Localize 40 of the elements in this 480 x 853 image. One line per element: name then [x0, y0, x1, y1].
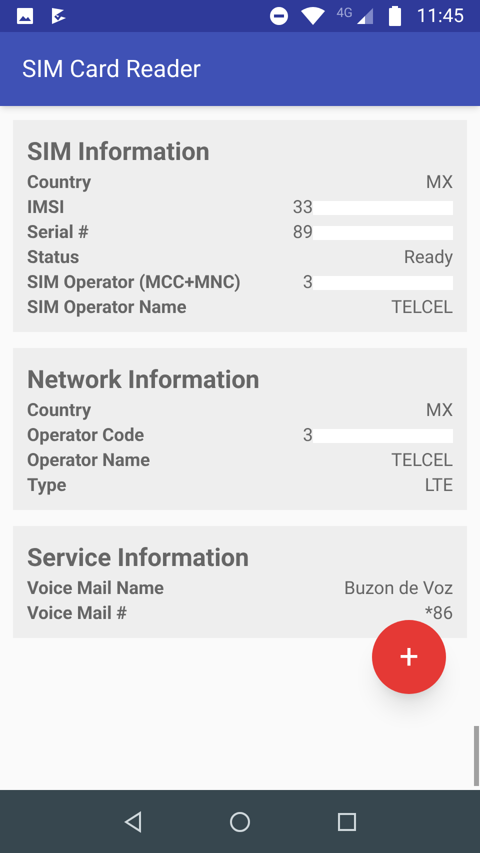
wifi-icon [300, 7, 324, 25]
field-label: Status [27, 246, 80, 270]
field-label: Voice Mail Name [27, 577, 164, 601]
home-icon[interactable] [229, 810, 251, 832]
field-value: MX [426, 399, 453, 423]
card-title: Service Information [27, 543, 250, 575]
field-label: IMSI [27, 196, 64, 220]
field-value: Ready [404, 246, 453, 270]
field-label: Country [27, 171, 92, 195]
do-not-disturb-icon [268, 6, 288, 26]
field-value: MX [426, 171, 453, 195]
field-label: Voice Mail # [27, 602, 127, 626]
back-icon[interactable] [123, 810, 143, 832]
card-title: SIM Information [27, 137, 211, 169]
app-title: SIM Card Reader [22, 54, 201, 85]
overview-icon[interactable] [337, 812, 357, 832]
field-label: SIM Operator (MCC+MNC) [27, 271, 241, 295]
field-label: Country [27, 399, 92, 423]
field-label: Operator Name [27, 449, 150, 473]
scrollbar [474, 726, 479, 786]
battery-icon [388, 6, 401, 26]
network-type: 4G [336, 5, 353, 23]
field-value: LTE [424, 474, 453, 498]
field-value: 3 [302, 424, 313, 448]
add-button[interactable]: + [372, 620, 446, 694]
field-value: TELCEL [391, 449, 453, 473]
field-label: Serial # [27, 221, 89, 245]
field-value: Buzon de Voz [344, 577, 453, 601]
clock: 11:45 [416, 2, 464, 29]
field-value: 89 [292, 221, 313, 245]
field-value: 3 [302, 271, 313, 295]
field-value: TELCEL [391, 296, 453, 320]
signal-icon [356, 8, 373, 24]
field-label: Operator Code [27, 424, 144, 448]
field-value: 33 [292, 196, 313, 220]
field-label: Type [27, 474, 66, 498]
field-label: SIM Operator Name [27, 296, 186, 320]
card-title: Network Information [27, 365, 261, 397]
image-icon [16, 7, 34, 25]
checklist-icon [50, 6, 68, 26]
